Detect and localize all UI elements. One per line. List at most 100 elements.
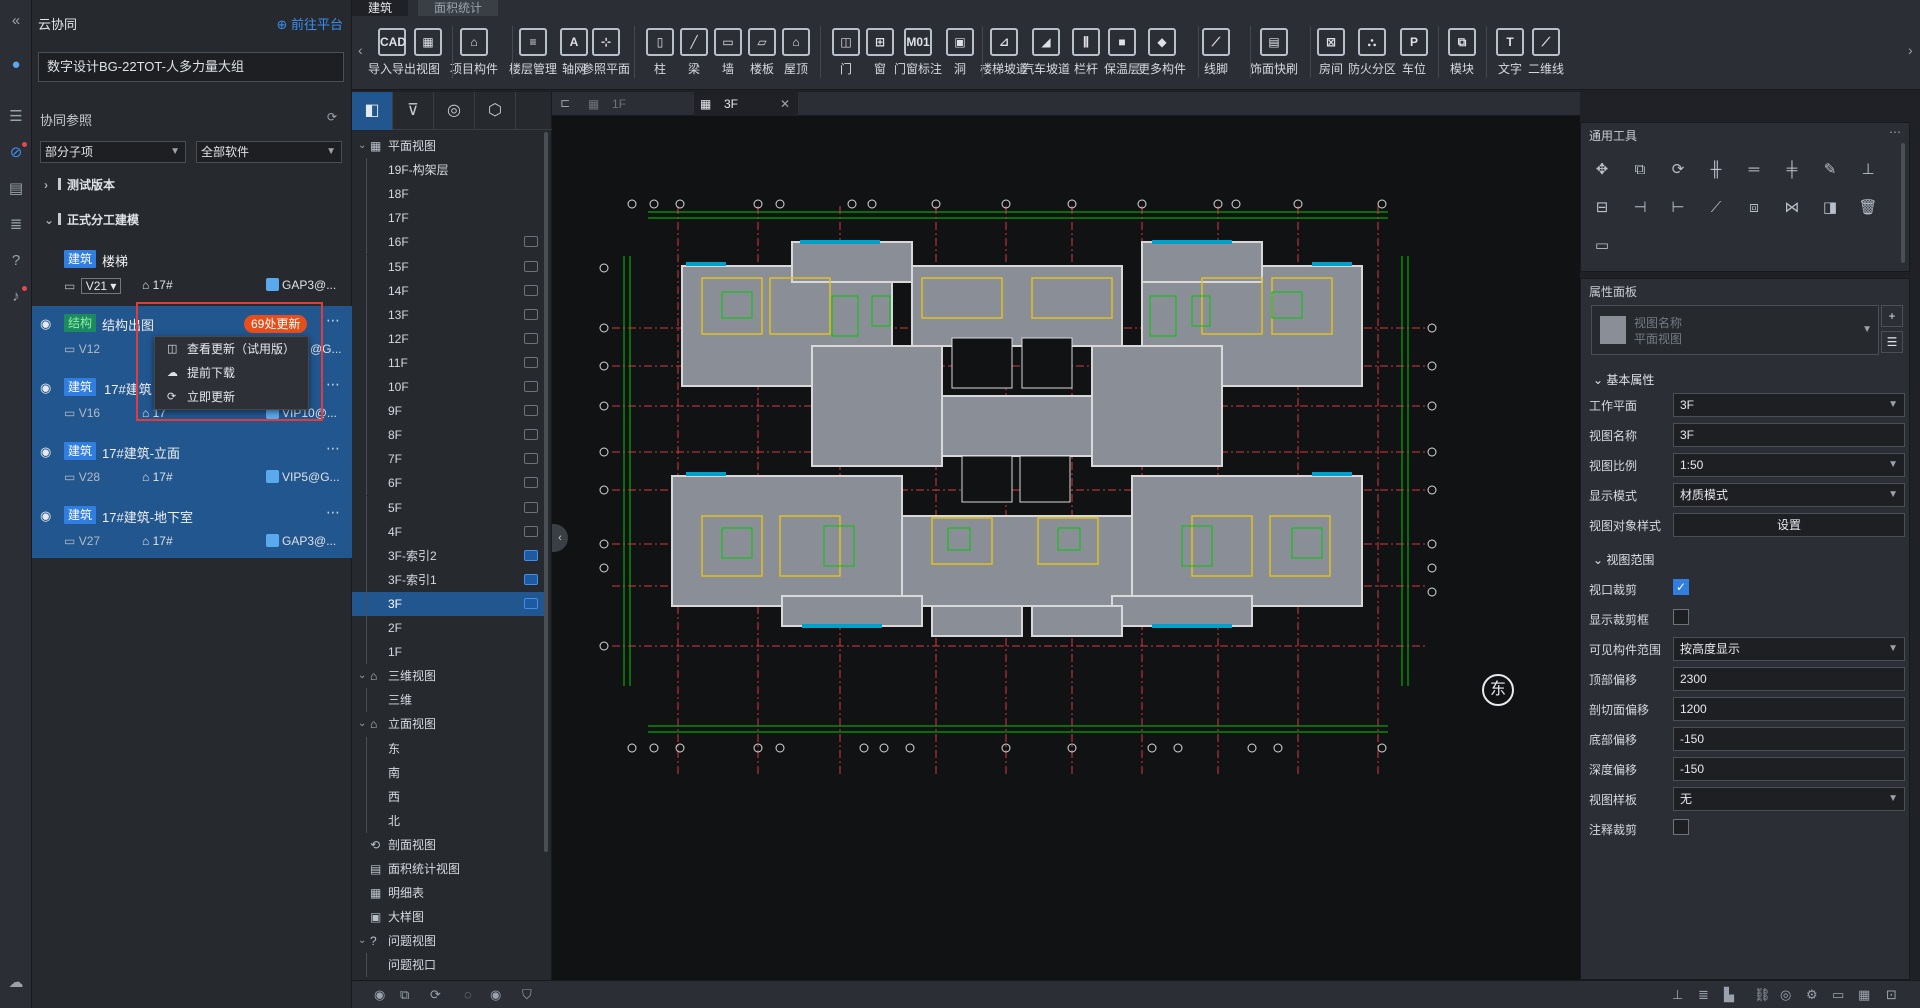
tab-architecture[interactable]: 建筑 [352, 0, 409, 16]
tree-node[interactable]: 南 [352, 760, 548, 785]
tree-node[interactable]: 三维 [352, 688, 548, 713]
gear-icon[interactable]: ⚙ [1806, 987, 1818, 1003]
tool-button-23[interactable]: ⛬ 防火分区 [1348, 24, 1396, 82]
view-state-icon[interactable] [524, 501, 538, 513]
tree-node[interactable]: ▣ 大样图 [352, 905, 548, 929]
tree-node[interactable]: 3F-索引1 [352, 567, 548, 592]
delete-icon[interactable]: 🗑 [1857, 197, 1879, 219]
view-state-icon[interactable] [524, 332, 538, 344]
view-state-icon[interactable] [524, 284, 538, 296]
visible-range-select[interactable]: 按高度显示 ▼ [1673, 637, 1905, 661]
section-view-range[interactable]: ⌄ 视图范围 [1593, 551, 1654, 568]
view-state-icon[interactable] [524, 573, 538, 585]
tab-view-1f[interactable]: ▦ 1F [582, 92, 694, 116]
tree-node[interactable]: 18F [352, 182, 548, 207]
layers-icon[interactable]: ≣ [7, 216, 25, 234]
collapse-icon[interactable]: « [7, 12, 25, 30]
subitem-filter[interactable]: 部分子项 ▼ [40, 141, 186, 163]
group-formal[interactable]: ⌄ 正式分工建模 [44, 211, 139, 228]
more-icon[interactable]: ⋯ [326, 312, 340, 329]
tree-node[interactable]: 14F [352, 278, 548, 303]
trim-icon[interactable]: ⊣ [1629, 197, 1651, 219]
tool-button-14[interactable]: ▣ 洞 [936, 24, 984, 82]
tree-node[interactable]: 7F [352, 447, 548, 472]
more-icon[interactable]: ⋯ [1889, 125, 1901, 139]
tree-node[interactable]: 19F-构架层 [352, 158, 548, 183]
tree-node[interactable]: 17F [352, 206, 548, 231]
more-icon[interactable]: ⋯ [326, 504, 340, 521]
view-state-icon[interactable] [524, 597, 538, 609]
tool-button-10[interactable]: ⌂ 屋顶 [772, 24, 820, 82]
eye-icon[interactable]: ◉ [40, 444, 51, 460]
layers-icon[interactable]: ⧉ [400, 987, 409, 1003]
move-icon[interactable]: ✥ [1591, 159, 1613, 181]
measure-icon[interactable]: ▭ [1591, 235, 1613, 257]
bell-icon[interactable]: ♪ [7, 286, 27, 306]
tool-button-2[interactable]: ⌂ 项目构件 [450, 24, 498, 82]
edit-icon[interactable]: ✎ [1819, 159, 1841, 181]
crop-checkbox[interactable]: ✓ [1673, 579, 1689, 595]
cube-icon[interactable]: ⬡ [475, 92, 516, 130]
view-state-icon[interactable] [524, 308, 538, 320]
tool-button-20[interactable]: ⟋ 线脚 [1192, 24, 1240, 82]
more-icon[interactable]: ⋯ [326, 376, 340, 393]
compass-icon[interactable]: ◎ [1780, 987, 1791, 1003]
view-name-input[interactable]: 3F [1673, 423, 1905, 447]
tool-button-19[interactable]: ◆ 更多构件 [1138, 24, 1186, 82]
tree-node[interactable]: 3F-索引2 [352, 543, 548, 568]
menu-item-view-updates[interactable]: ◫ 查看更新（试用版） [155, 337, 310, 361]
tree-node[interactable]: 问题视口 [352, 953, 548, 978]
display-mode-select[interactable]: 材质模式 ▼ [1673, 483, 1905, 507]
add-icon[interactable]: + [1881, 305, 1903, 327]
menu-item-predownload[interactable]: ☁ 提前下载 [155, 361, 310, 385]
tree-node[interactable]: ⌄ ▦ 平面视图 [352, 134, 548, 158]
eye-icon[interactable]: ◉ [490, 987, 501, 1003]
view-state-icon[interactable] [524, 356, 538, 368]
tree-scrollbar[interactable] [544, 132, 548, 852]
tree-node[interactable]: ▤ 面积统计视图 [352, 857, 548, 881]
chart-icon[interactable]: ▙ [1724, 987, 1734, 1003]
tree-node[interactable]: 9F [352, 399, 548, 424]
tree-node[interactable]: 3F [352, 591, 548, 616]
object-style-button[interactable]: 设置 [1673, 513, 1905, 537]
help-icon[interactable]: ? [7, 252, 25, 270]
bulb-icon[interactable]: ◌ [464, 987, 472, 1002]
eye-icon[interactable]: ◉ [40, 508, 51, 524]
align-icon[interactable]: ╫ [1705, 159, 1727, 181]
chevron-right-icon[interactable]: › [1908, 42, 1913, 58]
tree-node[interactable]: 6F [352, 471, 548, 496]
tree-node[interactable]: ⌄ ⌂ 立面视图 [352, 712, 548, 736]
mirror-icon[interactable]: ⋈ [1781, 197, 1803, 219]
top-offset-input[interactable]: 2300 [1673, 667, 1905, 691]
tree-node[interactable]: 东 [352, 736, 548, 761]
axis-icon[interactable]: ⊥ [1672, 987, 1683, 1003]
chevron-left-icon[interactable]: ‹ [358, 42, 363, 58]
tab-list-icon[interactable]: ⊏ [560, 96, 570, 110]
section-basic[interactable]: ⌄ 基本属性 [1593, 371, 1654, 388]
split-icon[interactable]: ╪ [1781, 159, 1803, 181]
tree-node[interactable]: 13F [352, 302, 548, 327]
refresh-icon[interactable]: ⟳ [327, 110, 337, 124]
array-icon[interactable]: ⟋ [1705, 197, 1727, 219]
cut-offset-input[interactable]: 1200 [1673, 697, 1905, 721]
eye-icon[interactable]: ◉ [40, 380, 51, 396]
file-icon[interactable]: ▤ [7, 180, 25, 198]
visibility-icon[interactable]: ◉ [374, 987, 385, 1003]
annotation-crop-checkbox[interactable] [1673, 819, 1689, 835]
shield-icon[interactable]: ⛉ [522, 987, 532, 1003]
view-state-icon[interactable] [524, 549, 538, 561]
tool-button-24[interactable]: P 车位 [1390, 24, 1438, 82]
sync-icon[interactable]: ⟳ [430, 987, 441, 1003]
close-icon[interactable]: ✕ [780, 92, 790, 116]
tree-node[interactable]: 11F [352, 350, 548, 375]
tab-area-stats[interactable]: 面积统计 [418, 0, 499, 16]
view-state-icon[interactable] [524, 236, 538, 248]
tool-button-27[interactable]: ⟋ 二维线 [1522, 24, 1570, 82]
view-state-icon[interactable] [524, 381, 538, 392]
link-icon[interactable]: ⛓ [1754, 987, 1771, 1003]
list-item[interactable]: ◉ 建筑 17#建筑-立面 ⋯ ▭ V28 ⌂ 17# VIP5@G... [32, 434, 352, 498]
version-select[interactable]: ▭ V21 ▾ [64, 278, 122, 294]
tool-button-13[interactable]: M01 门窗标注 [894, 24, 942, 82]
grid-icon[interactable]: ▦ [1858, 987, 1870, 1003]
view-state-icon[interactable] [524, 429, 538, 441]
